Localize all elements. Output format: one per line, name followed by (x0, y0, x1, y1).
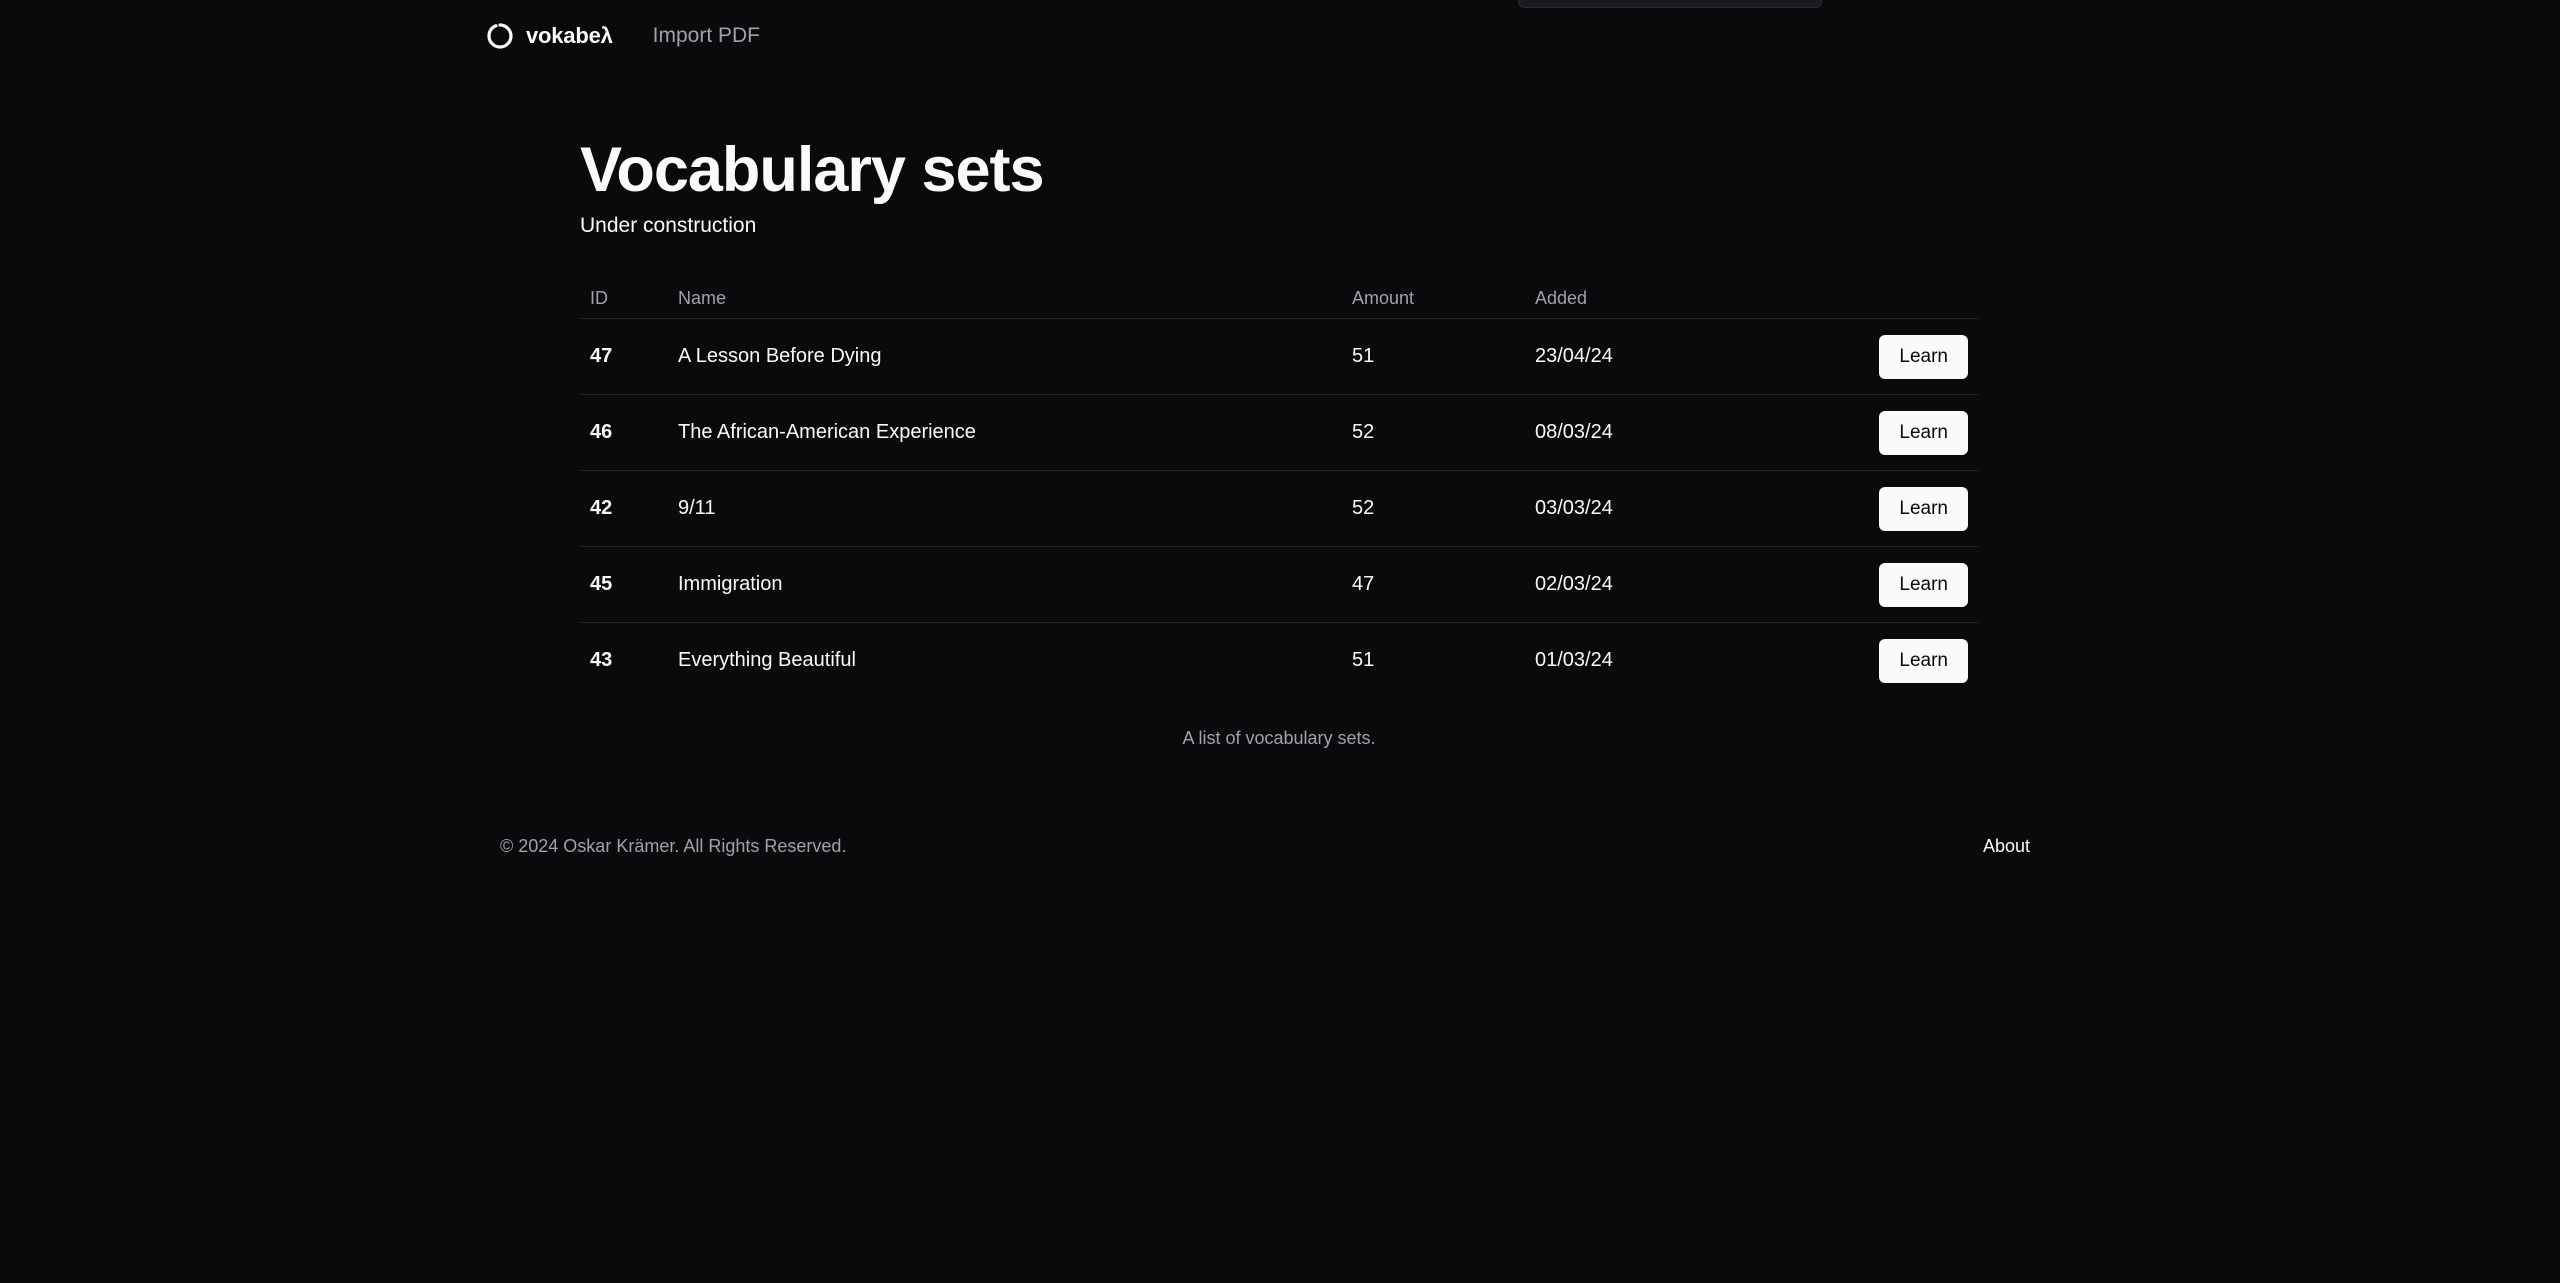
row-amount: 51 (1352, 649, 1375, 671)
row-action: Learn (1725, 318, 1978, 395)
learn-button[interactable]: Learn (1879, 562, 1968, 607)
site-header: vokabeλ Import PDF (486, 18, 760, 54)
row-added: 08/03/24 (1525, 394, 1725, 471)
row-id: 47 (580, 318, 668, 395)
table-row: 42 9/11 52 03/03/24 Learn (580, 470, 1978, 547)
row-id: 43 (590, 649, 613, 671)
learn-button[interactable]: Learn (1879, 638, 1968, 683)
column-header-id: ID (580, 278, 668, 319)
page: vokabeλ Import PDF Vocabulary sets Under… (0, 0, 2560, 1283)
row-action: Learn (1725, 623, 1978, 699)
row-action: Learn (1725, 394, 1978, 471)
row-added: 01/03/24 (1535, 649, 1613, 671)
row-name: The African-American Experience (668, 394, 1342, 471)
copyright-text: © 2024 Oskar Krämer. All Rights Reserved… (500, 836, 847, 856)
row-amount: 51 (1342, 318, 1525, 395)
table-row: 45 Immigration 47 02/03/24 Learn (580, 546, 1978, 623)
row-name: Everything Beautiful (678, 649, 856, 671)
learn-button[interactable]: Learn (1879, 410, 1968, 455)
row-amount: 52 (1342, 470, 1525, 547)
learn-button[interactable]: Learn (1879, 334, 1968, 379)
learn-button[interactable]: Learn (1879, 486, 1968, 531)
column-header-name: Name (668, 278, 1342, 319)
row-added: 03/03/24 (1525, 470, 1725, 547)
column-header-added: Added (1525, 278, 1725, 319)
row-added: 02/03/24 (1525, 546, 1725, 623)
brand-name: vokabeλ (526, 23, 613, 48)
vocabulary-table: ID Name Amount Added 47 A Lesson Before … (580, 278, 1978, 698)
about-link[interactable]: About (1983, 836, 2030, 857)
row-id: 46 (580, 394, 668, 471)
table-row: 43 Everything Beautiful 51 01/03/24 Lear… (580, 623, 1978, 699)
table-header: ID Name Amount Added (580, 278, 1978, 319)
row-name: A Lesson Before Dying (668, 318, 1342, 395)
table-body: 47 A Lesson Before Dying 51 23/04/24 Lea… (580, 318, 1978, 699)
nav-import-pdf[interactable]: Import PDF (653, 24, 760, 48)
row-id: 45 (580, 546, 668, 623)
row-amount: 47 (1342, 546, 1525, 623)
top-dropdown-edge (1518, 0, 1822, 8)
row-id: 42 (580, 470, 668, 547)
site-footer: © 2024 Oskar Krämer. All Rights Reserved… (500, 836, 2030, 857)
row-amount: 52 (1342, 394, 1525, 471)
main-content: Vocabulary sets Under construction ID Na… (580, 134, 1978, 749)
circle-logo-icon (486, 22, 514, 50)
row-name: 9/11 (668, 470, 1342, 547)
column-header-amount: Amount (1342, 278, 1525, 319)
table-header-row: ID Name Amount Added (580, 278, 1978, 319)
page-title: Vocabulary sets (580, 135, 1045, 205)
table-row: 46 The African-American Experience 52 08… (580, 394, 1978, 471)
page-subtitle: Under construction (580, 214, 757, 237)
row-action: Learn (1725, 546, 1978, 623)
brand-link[interactable]: vokabeλ (486, 22, 613, 50)
table-caption: A list of vocabulary sets. (1182, 728, 1376, 748)
row-added: 23/04/24 (1525, 318, 1725, 395)
table-row: 47 A Lesson Before Dying 51 23/04/24 Lea… (580, 318, 1978, 395)
row-action: Learn (1725, 470, 1978, 547)
row-name: Immigration (668, 546, 1342, 623)
column-header-action (1725, 278, 1978, 319)
